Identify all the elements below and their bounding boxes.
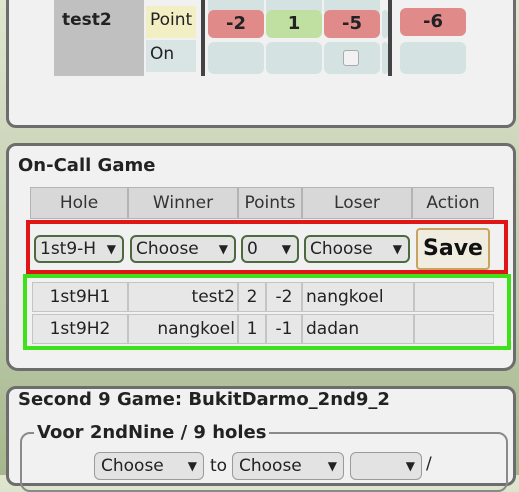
score-cell: 1 xyxy=(266,10,322,38)
voor-to-value: Choose xyxy=(239,456,302,476)
on-label: On xyxy=(146,40,196,72)
row2-points-win: 1 xyxy=(238,314,266,344)
voor-from-select[interactable]: Choose ▼ xyxy=(94,452,204,480)
score-cell xyxy=(382,10,388,38)
second-nine-title: Second 9 Game: BukitDarmo_2nd9_2 xyxy=(18,389,390,410)
oncall-title: On-Call Game xyxy=(18,155,156,176)
hole-select[interactable]: 1st9-H ▼ xyxy=(34,235,124,263)
chevron-down-icon: ▼ xyxy=(392,242,402,256)
voor-extra-select[interactable]: ▼ xyxy=(350,452,422,480)
chevron-down-icon: ▼ xyxy=(218,242,228,256)
on-cell xyxy=(400,42,466,74)
row1-winner: test2 xyxy=(128,282,238,312)
column-divider xyxy=(201,0,205,76)
voor-to-select[interactable]: Choose ▼ xyxy=(232,452,344,480)
voor-legend: Voor 2ndNine / 9 holes xyxy=(34,422,270,443)
row2-action xyxy=(414,314,494,344)
on-cell xyxy=(266,42,322,74)
on-cell xyxy=(208,42,264,74)
chevron-down-icon: ▼ xyxy=(405,459,415,473)
chevron-down-icon: ▼ xyxy=(106,242,116,256)
hole-select-value: 1st9-H xyxy=(40,239,97,259)
save-button[interactable]: Save xyxy=(416,228,490,270)
header-action: Action xyxy=(412,187,494,219)
chevron-down-icon: ▼ xyxy=(187,459,197,473)
chevron-down-icon: ▼ xyxy=(327,459,337,473)
point-label: Point xyxy=(146,6,196,38)
slash-label: / xyxy=(426,454,432,474)
row2-winner: nangkoel xyxy=(128,314,238,344)
player-name-cell: test2 xyxy=(54,0,144,76)
loser-select[interactable]: Choose ▼ xyxy=(304,235,410,263)
winner-select[interactable]: Choose ▼ xyxy=(130,235,236,263)
row1-hole: 1st9H1 xyxy=(32,282,128,312)
score-cell: -2 xyxy=(208,10,264,38)
checkbox-icon[interactable] xyxy=(343,50,359,66)
row2-loser: dadan xyxy=(302,314,414,344)
to-label: to xyxy=(210,456,228,476)
header-winner: Winner xyxy=(128,187,238,219)
header-points: Points xyxy=(238,187,302,219)
total-score: -6 xyxy=(400,8,466,36)
points-select-value: 0 xyxy=(247,239,258,259)
winner-select-value: Choose xyxy=(136,239,199,259)
points-select[interactable]: 0 ▼ xyxy=(241,235,299,263)
row1-loser: nangkoel xyxy=(302,282,414,312)
row1-points-lose: -2 xyxy=(266,282,302,312)
header-loser: Loser xyxy=(302,187,412,219)
on-cell xyxy=(382,42,388,74)
row1-points-win: 2 xyxy=(238,282,266,312)
score-cell: -5 xyxy=(324,10,380,38)
player-name: test2 xyxy=(62,10,112,30)
header-hole: Hole xyxy=(30,187,128,219)
row2-hole: 1st9H2 xyxy=(32,314,128,344)
loser-select-value: Choose xyxy=(310,239,373,259)
column-divider xyxy=(388,0,392,76)
row1-action xyxy=(414,282,494,312)
row2-points-lose: -1 xyxy=(266,314,302,344)
chevron-down-icon: ▼ xyxy=(281,242,291,256)
voor-from-value: Choose xyxy=(101,456,164,476)
